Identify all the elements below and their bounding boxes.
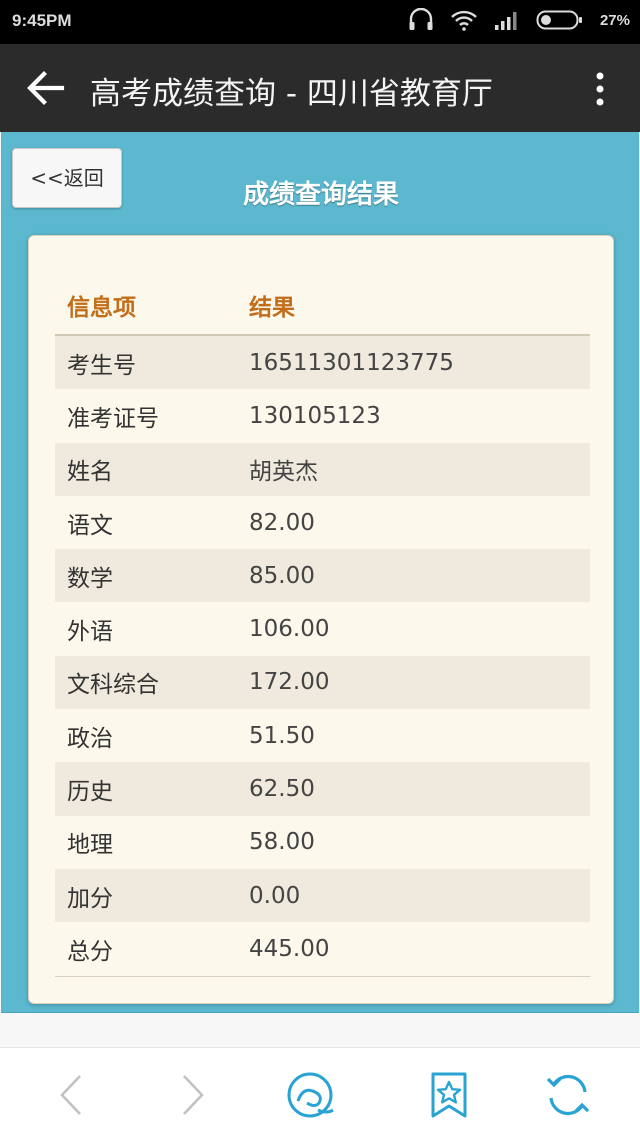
signal-icon xyxy=(494,12,517,30)
table-row: 语文 82.00 xyxy=(55,496,590,549)
browser-bottom-bar xyxy=(0,1047,640,1138)
row-label: 准考证号 xyxy=(67,405,159,432)
row-value: 0.00 xyxy=(249,882,301,909)
result-card: 信息项 结果 考生号 16511301123775 准考证号 130105123… xyxy=(28,235,614,1004)
app-title: 高考成绩查询 - 四川省教育厅 xyxy=(90,76,493,112)
table-header: 信息项 结果 xyxy=(55,276,590,336)
status-icons: 27% xyxy=(408,8,630,32)
row-label: 姓名 xyxy=(67,459,113,486)
row-value: 16511301123775 xyxy=(249,349,454,376)
row-value: 82.00 xyxy=(249,509,315,536)
table-row: 考生号 16511301123775 xyxy=(55,336,590,390)
overflow-menu-icon[interactable] xyxy=(594,72,606,106)
table-row: 地理 58.00 xyxy=(55,816,590,869)
row-label: 地理 xyxy=(67,832,113,859)
table-bottom-border xyxy=(55,975,590,977)
score-table: 信息项 结果 考生号 16511301123775 准考证号 130105123… xyxy=(55,276,590,977)
web-content: <<返回 成绩查询结果 信息项 结果 考生号 16511301123775 准考… xyxy=(0,132,640,1047)
battery-icon xyxy=(536,10,582,30)
header-item: 信息项 xyxy=(67,295,136,321)
table-row: 历史 62.50 xyxy=(55,762,590,816)
home-icon[interactable] xyxy=(285,1070,335,1120)
bookmark-icon[interactable] xyxy=(424,1070,474,1120)
table-row: 数学 85.00 xyxy=(55,549,590,603)
arrow-left-icon[interactable] xyxy=(26,70,66,106)
row-value: 58.00 xyxy=(249,829,315,856)
table-row: 加分 0.00 xyxy=(55,868,590,923)
row-label: 政治 xyxy=(67,725,113,752)
status-bar: 9:45PM 27% xyxy=(0,0,640,44)
row-value: 445.00 xyxy=(249,935,330,962)
row-label: 外语 xyxy=(67,619,113,646)
wifi-icon xyxy=(451,10,477,31)
forward-nav-icon[interactable] xyxy=(166,1070,216,1120)
row-value: 85.00 xyxy=(249,562,315,589)
result-panel: <<返回 成绩查询结果 信息项 结果 考生号 16511301123775 准考… xyxy=(1,132,639,1013)
headset-icon xyxy=(409,8,433,30)
row-value: 172.00 xyxy=(249,669,330,696)
table-row: 姓名 胡英杰 xyxy=(55,442,590,496)
table-row: 外语 106.00 xyxy=(55,602,590,655)
row-value: 胡英杰 xyxy=(249,459,318,486)
row-value: 51.50 xyxy=(249,722,315,749)
row-label: 考生号 xyxy=(67,352,136,379)
status-time: 9:45PM xyxy=(12,11,72,30)
row-value: 62.50 xyxy=(249,776,315,803)
back-nav-icon[interactable] xyxy=(48,1070,98,1120)
table-row: 准考证号 130105123 xyxy=(55,389,590,442)
row-label: 总分 xyxy=(67,938,113,965)
table-row: 文科综合 172.00 xyxy=(55,655,590,710)
row-label: 语文 xyxy=(67,512,113,539)
battery-percent: 27% xyxy=(599,11,630,29)
row-label: 加分 xyxy=(67,885,113,912)
header-result: 结果 xyxy=(249,295,295,321)
table-row: 总分 445.00 xyxy=(55,922,590,975)
row-value: 130105123 xyxy=(249,402,381,429)
table-row: 政治 51.50 xyxy=(55,709,590,762)
row-label: 数学 xyxy=(67,565,113,592)
row-label: 文科综合 xyxy=(67,672,159,699)
row-label: 历史 xyxy=(67,779,113,806)
row-value: 106.00 xyxy=(249,616,330,643)
page-heading: 成绩查询结果 xyxy=(242,180,399,210)
app-bar: 高考成绩查询 - 四川省教育厅 xyxy=(0,44,640,132)
refresh-icon[interactable] xyxy=(543,1070,593,1120)
